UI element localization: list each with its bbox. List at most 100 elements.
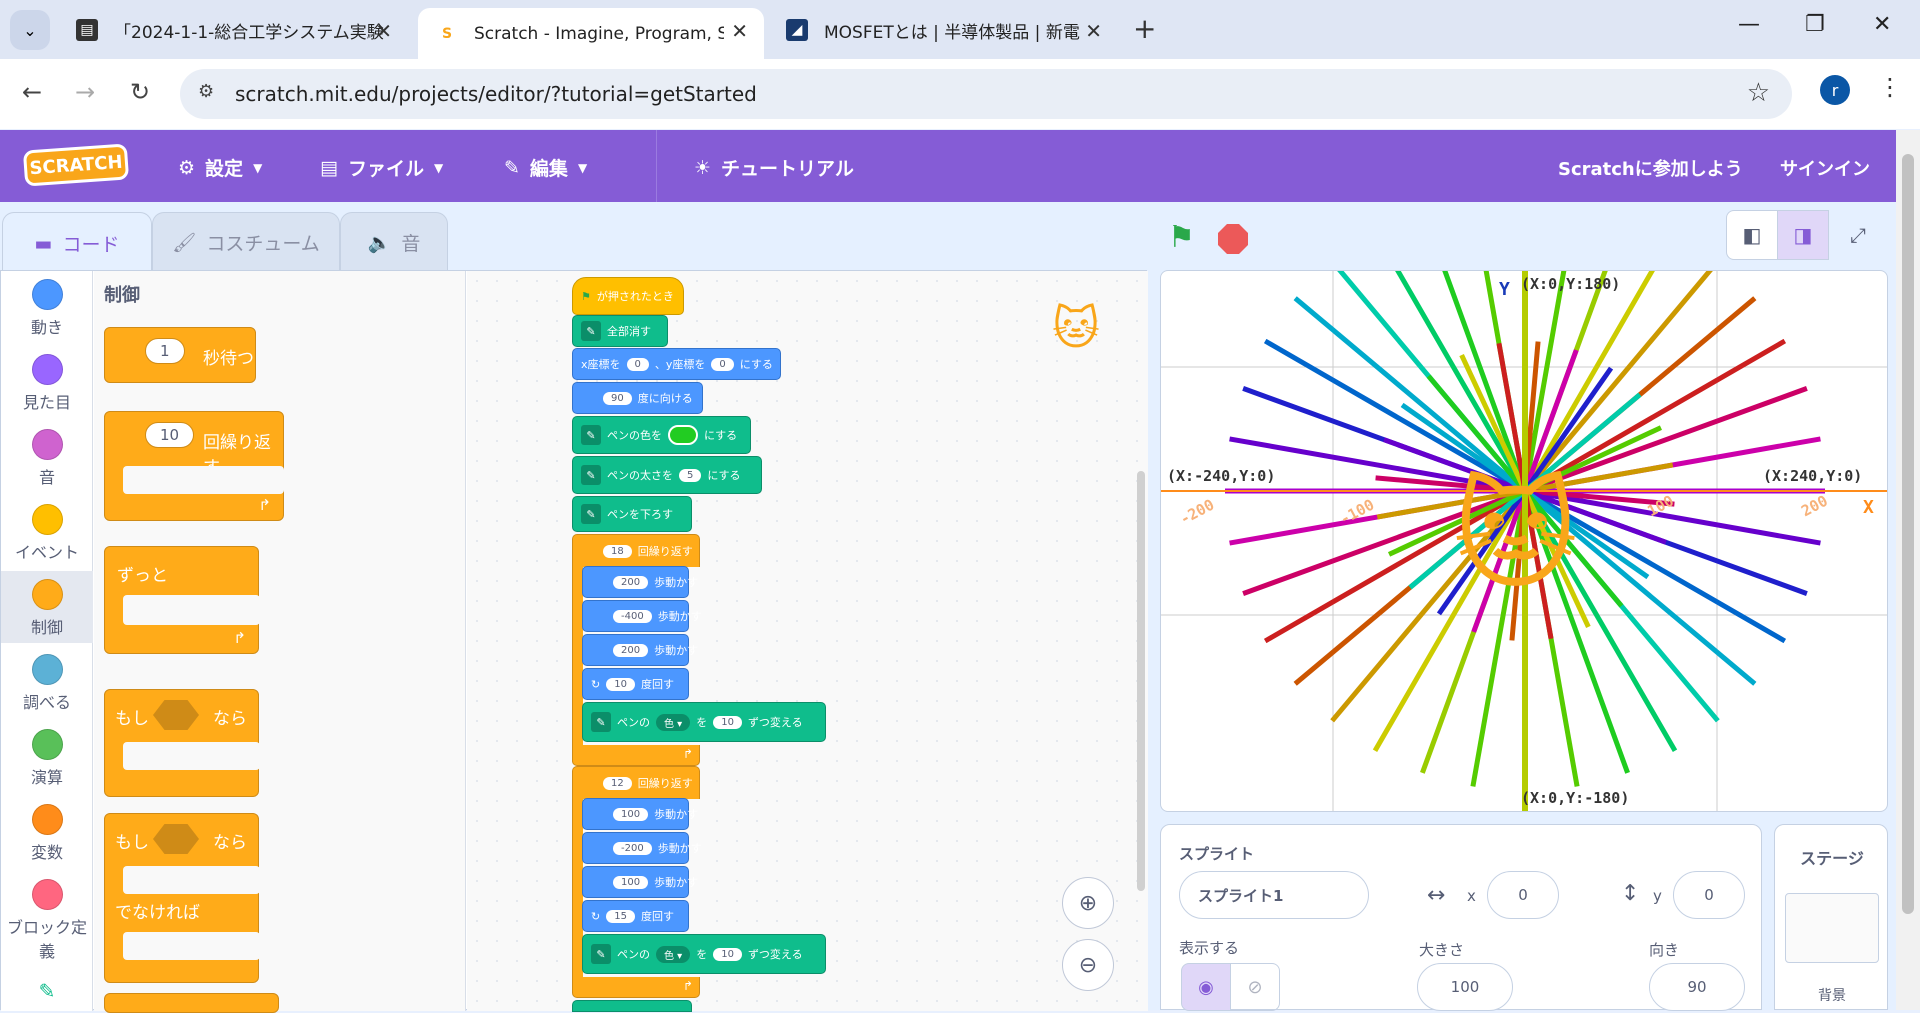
script-workspace[interactable]: 🐱 ⚑ が押されたとき ✎ 全部消す x座標を 0 、y座標を 0 にする 90…: [467, 271, 1148, 1012]
sign-in-link[interactable]: サインイン: [1780, 155, 1870, 181]
category-my-blocks[interactable]: ブロック定義: [1, 879, 93, 961]
settings-menu[interactable]: ⚙ 設定 ▼: [178, 154, 262, 181]
erase-all-block[interactable]: ✎ 全部消す: [572, 315, 668, 347]
browser-tab-scratch[interactable]: S Scratch - Imagine, Program, Sha ✕: [418, 8, 764, 59]
category-looks[interactable]: 見た目: [1, 354, 93, 416]
join-scratch-link[interactable]: Scratchに参加しよう: [1558, 155, 1743, 181]
pen-size-input[interactable]: 5: [679, 468, 702, 482]
direction-input[interactable]: 90: [603, 391, 632, 405]
browser-tab-experiment[interactable]: ▤ 「2024-1-1-総合工学システム実験 ✕: [58, 8, 408, 52]
steps-input[interactable]: -400: [613, 609, 652, 623]
category-operators[interactable]: 演算: [1, 729, 93, 791]
show-sprite-button[interactable]: ◉: [1181, 963, 1231, 1011]
tab-sounds[interactable]: 🔈 音: [340, 212, 448, 272]
if-then-block[interactable]: もし なら: [104, 689, 260, 797]
forever-block[interactable]: ずっと ↱: [104, 546, 260, 654]
steps-input[interactable]: 200: [613, 575, 649, 589]
steps-input[interactable]: 100: [613, 807, 649, 821]
hide-sprite-button[interactable]: ⊘: [1230, 963, 1280, 1011]
tab-search-button[interactable]: ⌄: [10, 10, 50, 50]
zoom-in-button[interactable]: ⊕: [1062, 877, 1114, 929]
y-input[interactable]: 0: [711, 357, 734, 371]
profile-avatar[interactable]: r: [1820, 75, 1850, 105]
browser-menu-icon[interactable]: ⋮: [1878, 73, 1902, 101]
move-steps-block[interactable]: -200 歩動かす: [582, 832, 702, 864]
category-pen[interactable]: ✎: [1, 979, 93, 1009]
forward-icon[interactable]: →: [75, 78, 95, 106]
set-pen-color-block[interactable]: ✎ ペンの色を にする: [572, 416, 751, 454]
url-text[interactable]: scratch.mit.edu/projects/editor/?tutoria…: [235, 82, 757, 106]
sprite-name-input[interactable]: スプライト1: [1179, 871, 1369, 919]
stage-target-pane[interactable]: ステージ 背景: [1774, 824, 1888, 1010]
set-pen-size-block[interactable]: ✎ ペンの太さを 5 にする: [572, 456, 762, 494]
steps-input[interactable]: 200: [613, 643, 649, 657]
category-sensing[interactable]: 調べる: [1, 654, 93, 716]
pen-down-block[interactable]: ✎ ペンを下ろす: [572, 496, 692, 532]
y-position-input[interactable]: 0: [1673, 871, 1745, 919]
category-variables[interactable]: 変数: [1, 804, 93, 866]
repeat-count-input[interactable]: 12: [603, 776, 632, 790]
x-position-input[interactable]: 0: [1487, 871, 1559, 919]
page-scrollbar[interactable]: [1896, 130, 1920, 1010]
change-amount-input[interactable]: 10: [713, 947, 742, 961]
turn-right-block[interactable]: ↻ 15 度回す: [582, 900, 689, 932]
change-amount-input[interactable]: 10: [713, 715, 742, 729]
window-close-icon[interactable]: ✕: [1873, 12, 1891, 37]
degrees-input[interactable]: 10: [606, 677, 635, 691]
point-in-direction-block[interactable]: 90 度に向ける: [572, 382, 703, 414]
tutorials-menu[interactable]: ☀ チュートリアル: [694, 154, 854, 181]
cat-sprite[interactable]: 🐱: [1453, 467, 1578, 606]
next-control-block[interactable]: [104, 993, 279, 1013]
close-tab-icon[interactable]: ✕: [1085, 19, 1102, 43]
when-flag-clicked-block[interactable]: ⚑ が押されたとき: [572, 277, 684, 315]
back-icon[interactable]: ←: [22, 78, 42, 106]
move-steps-block[interactable]: -400 歩動かす: [582, 600, 702, 632]
browser-tab-mosfet[interactable]: ◢ MOSFETとは | 半導体製品 | 新電 ✕: [768, 8, 1118, 52]
zoom-out-button[interactable]: ⊖: [1062, 939, 1114, 991]
restore-icon[interactable]: ❐: [1805, 12, 1825, 37]
category-events[interactable]: イベント: [1, 504, 93, 566]
change-pen-color-block[interactable]: ✎ ペンの 色 ▾ を 10 ずつ変える: [582, 934, 826, 974]
move-steps-block[interactable]: 100 歩動かす: [582, 866, 698, 898]
next-pen-block[interactable]: [572, 1000, 692, 1012]
pen-property-dropdown[interactable]: 色 ▾: [656, 713, 691, 731]
turn-right-block[interactable]: ↻ 10 度回す: [582, 668, 689, 700]
stop-button[interactable]: [1218, 224, 1248, 254]
page-scrollbar-thumb[interactable]: [1902, 154, 1914, 914]
stage-thumbnail[interactable]: [1785, 893, 1879, 963]
new-tab-button[interactable]: +: [1133, 12, 1156, 45]
condition-slot[interactable]: [153, 700, 199, 730]
bookmark-star-icon[interactable]: ☆: [1747, 78, 1770, 108]
site-info-icon[interactable]: ⚙: [198, 81, 214, 102]
minimize-icon[interactable]: —: [1738, 12, 1760, 37]
scratch-logo[interactable]: SCRATCH: [22, 143, 130, 187]
close-tab-icon[interactable]: ✕: [731, 19, 748, 43]
go-to-xy-block[interactable]: x座標を 0 、y座標を 0 にする: [572, 348, 781, 380]
green-flag-button[interactable]: ⚑: [1168, 220, 1195, 255]
category-sound[interactable]: 音: [1, 429, 93, 491]
category-control[interactable]: 制御: [1, 571, 93, 643]
change-pen-color-block[interactable]: ✎ ペンの 色 ▾ を 10 ずつ変える: [582, 702, 826, 742]
reload-icon[interactable]: ↻: [130, 78, 150, 106]
color-swatch[interactable]: [668, 425, 698, 445]
workspace-scrollbar[interactable]: [1137, 471, 1145, 891]
steps-input[interactable]: -200: [613, 841, 652, 855]
category-motion[interactable]: 動き: [1, 279, 93, 341]
tab-costumes[interactable]: 🖌 コスチューム: [152, 212, 340, 272]
normal-stage-button[interactable]: ◨: [1777, 210, 1829, 260]
repeat-count-input[interactable]: 10: [145, 422, 195, 448]
move-steps-block[interactable]: 100 歩動かす: [582, 798, 698, 830]
file-menu[interactable]: ▤ ファイル ▼: [320, 154, 443, 181]
size-input[interactable]: 100: [1417, 963, 1513, 1011]
tab-code[interactable]: ▬ コード: [2, 212, 152, 274]
close-tab-icon[interactable]: ✕: [375, 19, 392, 43]
small-stage-button[interactable]: ◧: [1726, 210, 1778, 260]
url-bar[interactable]: ⚙ scratch.mit.edu/projects/editor/?tutor…: [180, 69, 1792, 119]
wait-block[interactable]: 1 秒待つ: [104, 327, 256, 383]
direction-input[interactable]: 90: [1649, 963, 1745, 1011]
fullscreen-button[interactable]: ⤢: [1832, 210, 1884, 260]
repeat-block[interactable]: 10 回繰り返す ↱: [104, 411, 284, 521]
repeat-count-input[interactable]: 18: [603, 544, 632, 558]
if-else-block[interactable]: もし なら でなければ: [104, 813, 260, 983]
move-steps-block[interactable]: 200 歩動かす: [582, 634, 698, 666]
